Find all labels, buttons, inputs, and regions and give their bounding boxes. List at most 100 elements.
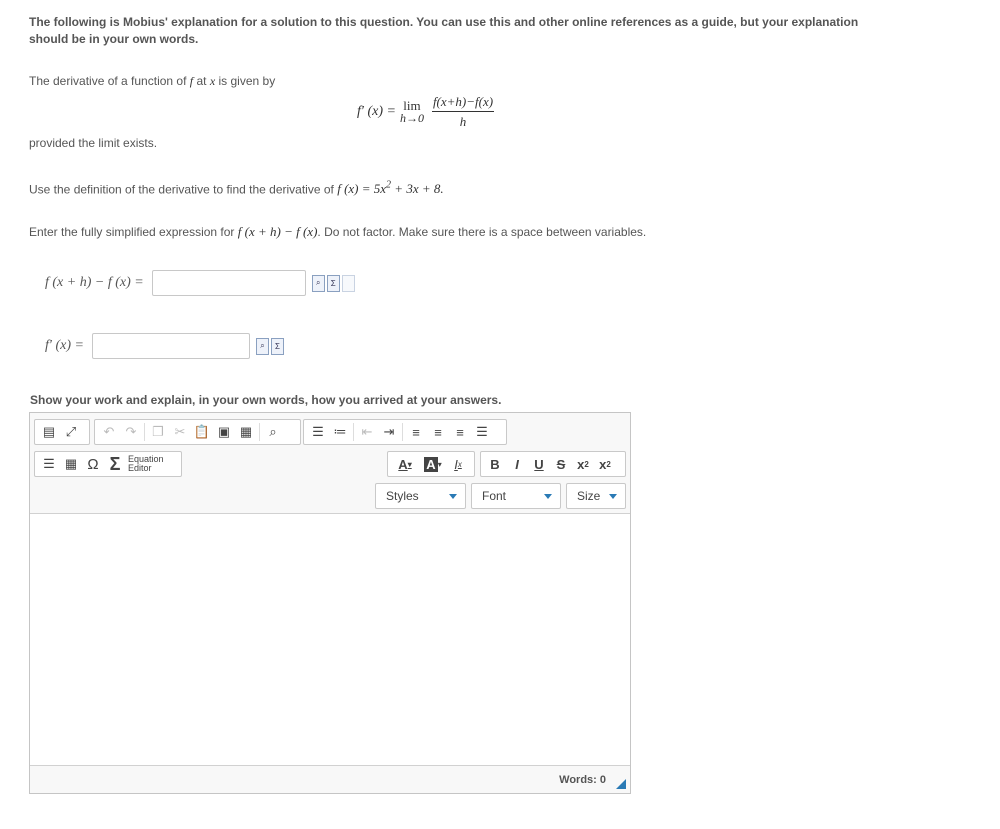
toolbar-separator bbox=[259, 423, 260, 441]
formula-lhs: f′ (x) = bbox=[357, 104, 396, 119]
answer-row-derivative: f′ (x) = ⌕ Σ bbox=[45, 333, 286, 359]
toolbar-group-insert: ☰ ▦ Ω Σ Equation Editor bbox=[34, 451, 182, 477]
toolbar-group-document: ▤ ⤢ bbox=[34, 419, 90, 445]
page-icon[interactable] bbox=[341, 274, 355, 292]
table-icon[interactable]: ▦ bbox=[60, 453, 82, 475]
italic-button[interactable]: I bbox=[506, 453, 528, 475]
derivative-formula: f′ (x) = lim h→0 f(x+h)−f(x) h bbox=[357, 94, 495, 130]
font-label: Font bbox=[482, 489, 507, 503]
definition-part-c: is given by bbox=[218, 74, 276, 88]
task-function-exponent: 2 bbox=[386, 180, 392, 191]
source-icon[interactable]: ▤ bbox=[38, 421, 60, 443]
answer-row-difference: f (x + h) − f (x) = ⌕ Σ bbox=[45, 270, 357, 296]
subscript-base: x bbox=[577, 456, 585, 472]
toolbar-separator bbox=[402, 423, 403, 441]
maximize-icon[interactable]: ⤢ bbox=[60, 421, 82, 443]
formula-limit: lim h→0 bbox=[400, 99, 424, 125]
toolbar-group-basic-styles: B I U S x2 x2 bbox=[480, 451, 626, 477]
omega-icon[interactable]: Ω bbox=[82, 453, 104, 475]
intro-text: The following is Mobius' explanation for… bbox=[29, 15, 859, 46]
underline-button[interactable]: U bbox=[528, 453, 550, 475]
definition-text: The derivative of a function of f at x i… bbox=[29, 74, 275, 89]
formula-fraction: f(x+h)−f(x) h bbox=[431, 94, 495, 130]
copy-icon[interactable]: ❐ bbox=[147, 421, 169, 443]
task-text: Use the definition of the derivative to … bbox=[29, 180, 444, 197]
paste-word-icon[interactable]: ▦ bbox=[235, 421, 257, 443]
superscript-base: x bbox=[599, 456, 607, 472]
derivative-input[interactable] bbox=[91, 333, 250, 359]
superscript-button[interactable]: x2 bbox=[594, 453, 616, 475]
sigma-icon[interactable]: Σ bbox=[270, 337, 284, 355]
definition-f: f bbox=[189, 74, 194, 88]
task-function-lhs: f (x) = 5x bbox=[337, 181, 387, 197]
undo-icon[interactable]: ↶ bbox=[98, 421, 120, 443]
bold-button[interactable]: B bbox=[484, 453, 506, 475]
editor-content-area[interactable] bbox=[30, 514, 630, 764]
difference-label: f (x + h) − f (x) = bbox=[45, 275, 144, 290]
instruction-part-a: Enter the fully simplified expression fo… bbox=[29, 225, 235, 239]
horizontal-rule-icon[interactable]: ☰ bbox=[38, 453, 60, 475]
find-icon[interactable]: ⌕ bbox=[262, 421, 284, 443]
show-work-prompt: Show your work and explain, in your own … bbox=[30, 393, 502, 407]
task-function-rest: + 3x + 8. bbox=[394, 181, 444, 197]
size-label: Size bbox=[577, 489, 601, 503]
definition-x: x bbox=[209, 74, 216, 88]
remove-format-sub: x bbox=[457, 459, 462, 469]
editor-status-bar: Words: 0 bbox=[30, 765, 630, 793]
paste-text-icon[interactable]: ▣ bbox=[213, 421, 235, 443]
styles-dropdown[interactable]: Styles bbox=[375, 483, 466, 509]
limit-note: provided the limit exists. bbox=[29, 136, 158, 150]
instruction-part-b: . Do not factor. Make sure there is a sp… bbox=[317, 225, 647, 239]
indent-icon[interactable]: ⇥ bbox=[378, 421, 400, 443]
chevron-down-icon bbox=[544, 493, 552, 499]
text-color-button[interactable]: A ▾ bbox=[391, 453, 419, 475]
outdent-icon[interactable]: ⇤ bbox=[356, 421, 378, 443]
word-count: Words: 0 bbox=[559, 774, 606, 786]
superscript-digit: 2 bbox=[606, 459, 611, 469]
justify-icon[interactable]: ☰ bbox=[471, 421, 493, 443]
difference-input[interactable] bbox=[151, 270, 306, 296]
fraction-numerator: f(x+h)−f(x) bbox=[431, 94, 495, 112]
preview-icon[interactable]: ⌕ bbox=[311, 274, 325, 292]
task-text-part: Use the definition of the derivative to … bbox=[29, 182, 334, 197]
align-left-icon[interactable]: ≡ bbox=[405, 421, 427, 443]
fraction-denominator: h bbox=[459, 114, 467, 129]
styles-label: Styles bbox=[386, 489, 419, 503]
derivative-tools: ⌕ Σ bbox=[255, 337, 286, 355]
paste-icon[interactable]: 📋 bbox=[191, 421, 213, 443]
remove-format-button[interactable]: Ix bbox=[447, 453, 469, 475]
limit-subscript: h→0 bbox=[399, 111, 424, 125]
font-dropdown[interactable]: Font bbox=[471, 483, 561, 509]
preview-icon[interactable]: ⌕ bbox=[255, 337, 269, 355]
instruction-expression: f (x + h) − f (x) bbox=[237, 224, 318, 239]
text-color-label: A bbox=[398, 456, 408, 472]
resize-handle-icon[interactable] bbox=[616, 779, 626, 789]
instruction-text: Enter the fully simplified expression fo… bbox=[29, 224, 646, 240]
subscript-digit: 2 bbox=[584, 459, 589, 469]
cut-icon[interactable]: ✂ bbox=[169, 421, 191, 443]
equation-editor-button[interactable]: Equation Editor bbox=[128, 455, 164, 473]
ordered-list-icon[interactable]: ☰ bbox=[307, 421, 329, 443]
chevron-down-icon bbox=[609, 493, 617, 499]
task-function: f (x) = 5x2 + 3x + 8. bbox=[337, 180, 444, 197]
editor-toolbar: ▤ ⤢ ↶ ↷ ❐ ✂ 📋 ▣ ▦ ⌕ ☰ ≔ ⇤ ⇥ ≡ ≡ ≡ ☰ ☰ ▦ … bbox=[30, 413, 630, 514]
bg-color-label: A bbox=[424, 456, 438, 472]
strikethrough-button[interactable]: S bbox=[550, 453, 572, 475]
sigma-icon[interactable]: Σ bbox=[326, 274, 340, 292]
redo-icon[interactable]: ↷ bbox=[120, 421, 142, 443]
derivative-label: f′ (x) = bbox=[45, 338, 84, 353]
rich-text-editor: ▤ ⤢ ↶ ↷ ❐ ✂ 📋 ▣ ▦ ⌕ ☰ ≔ ⇤ ⇥ ≡ ≡ ≡ ☰ ☰ ▦ … bbox=[29, 412, 631, 794]
size-dropdown[interactable]: Size bbox=[566, 483, 626, 509]
subscript-button[interactable]: x2 bbox=[572, 453, 594, 475]
background-color-button[interactable]: A ▾ bbox=[419, 453, 447, 475]
toolbar-separator bbox=[353, 423, 354, 441]
chevron-down-icon bbox=[449, 493, 457, 499]
bullet-list-icon[interactable]: ≔ bbox=[329, 421, 351, 443]
equation-editor-label-2: Editor bbox=[128, 463, 152, 473]
sigma-icon[interactable]: Σ bbox=[104, 453, 126, 475]
align-center-icon[interactable]: ≡ bbox=[427, 421, 449, 443]
align-right-icon[interactable]: ≡ bbox=[449, 421, 471, 443]
difference-tools: ⌕ Σ bbox=[311, 274, 357, 292]
toolbar-group-paragraph: ☰ ≔ ⇤ ⇥ ≡ ≡ ≡ ☰ bbox=[303, 419, 507, 445]
toolbar-group-clipboard: ↶ ↷ ❐ ✂ 📋 ▣ ▦ ⌕ bbox=[94, 419, 301, 445]
